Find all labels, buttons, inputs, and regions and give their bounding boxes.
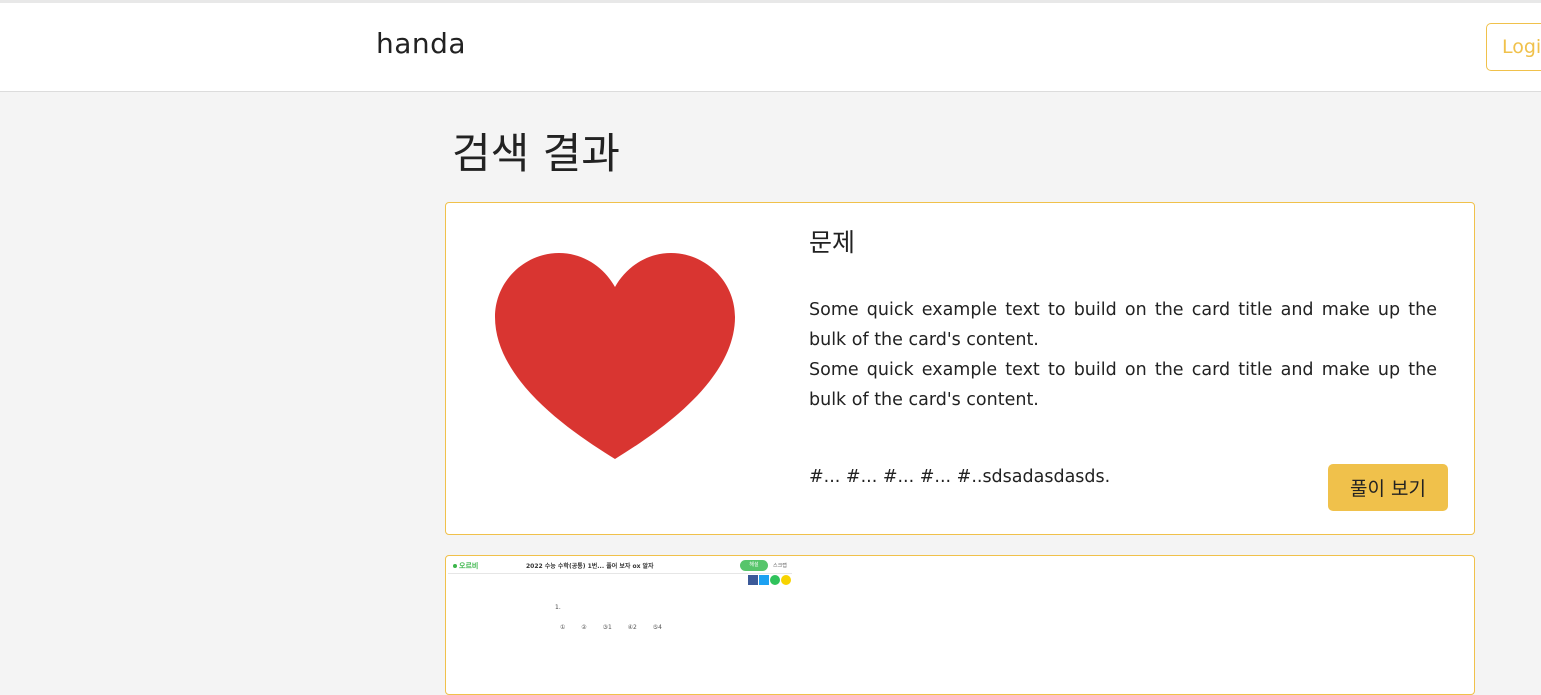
card-text-line: Some quick example text to build on the …	[809, 360, 1437, 410]
navbar: handa Login	[0, 3, 1541, 92]
card-tags: #... #... #... #... #..sdsadasdasds.	[809, 467, 1111, 487]
card-title: 문제	[809, 228, 856, 257]
heart-shape	[495, 253, 735, 459]
card-text-line: Some quick example text to build on the …	[809, 300, 1437, 350]
card-text: Some quick example text to build on the …	[809, 295, 1437, 415]
login-button[interactable]: Login	[1486, 23, 1541, 71]
share-icons	[748, 575, 792, 585]
view-solution-button[interactable]: 풀이 보기	[1328, 464, 1448, 511]
page-title: 검색 결과	[452, 129, 620, 178]
kakao-icon	[781, 575, 791, 585]
thumbnail-button: 해설	[740, 560, 768, 571]
result-card: 문제 Some quick example text to build on t…	[445, 202, 1475, 535]
thumbnail-problem: 1.	[555, 604, 561, 611]
twitter-icon	[759, 575, 769, 585]
thumbnail-choices: ① ② ③1 ④2 ⑤4	[560, 624, 662, 631]
brand-logo[interactable]: handa	[376, 27, 466, 60]
result-card: 오르비 2022 수능 수학(공통) 1번... 풀어 보자 ox 알자 해설 …	[445, 555, 1475, 695]
thumbnail-header: 오르비 2022 수능 수학(공통) 1번... 풀어 보자 ox 알자 해설 …	[448, 558, 792, 574]
thumbnail-title: 2022 수능 수학(공통) 1번... 풀어 보자 ox 알자	[526, 563, 654, 570]
thumbnail-brand: 오르비	[459, 562, 479, 570]
thumbnail-small-label: 스크랩	[773, 563, 787, 569]
heart-icon	[493, 251, 737, 461]
line-icon	[770, 575, 780, 585]
brand-dot-icon	[453, 564, 457, 568]
result-thumbnail[interactable]: 오르비 2022 수능 수학(공통) 1번... 풀어 보자 ox 알자 해설 …	[448, 558, 792, 648]
facebook-icon	[748, 575, 758, 585]
